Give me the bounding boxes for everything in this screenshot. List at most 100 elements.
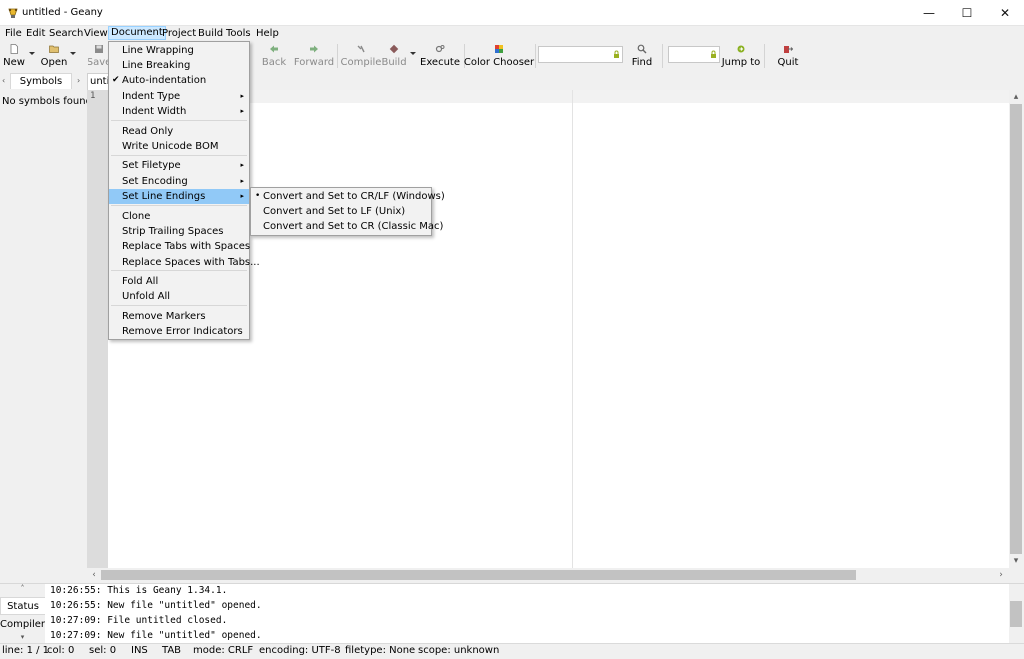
submenu-item-convert-cr[interactable]: Convert and Set to CR (Classic Mac) — [251, 219, 443, 234]
submenu-item-label: Convert and Set to CR/LF (Windows) — [263, 191, 445, 202]
status-encoding: encoding: UTF-8 — [259, 645, 341, 656]
tab-symbols[interactable]: Symbols — [10, 73, 72, 89]
tab-compiler[interactable]: Compiler — [0, 617, 45, 633]
menu-item-remove-error-indicators[interactable]: Remove Error Indicators — [109, 324, 249, 339]
menu-item-label: Unfold All — [122, 291, 170, 302]
open-button[interactable]: Open — [40, 42, 68, 70]
open-dropdown-arrow[interactable] — [70, 52, 76, 55]
menu-item-fold-all[interactable]: Fold All — [109, 274, 249, 289]
save-button[interactable]: Save — [88, 42, 110, 70]
status-tab-mode: TAB — [162, 645, 182, 656]
no-symbols-message: No symbols found — [2, 96, 92, 107]
menu-item-auto-indentation[interactable]: ✔ Auto-indentation — [109, 73, 249, 88]
status-scope: scope: unknown — [418, 645, 500, 656]
color-palette-icon — [495, 45, 503, 53]
minimize-icon: — — [923, 6, 935, 20]
menu-item-set-line-endings[interactable]: Set Line Endings ▸ — [109, 189, 249, 204]
sidebar-tab-prev-icon[interactable]: ‹ — [2, 73, 5, 89]
color-chooser-button[interactable]: Color Chooser — [464, 42, 534, 70]
build-button[interactable]: Build — [381, 42, 407, 70]
menu-file[interactable]: File — [3, 27, 24, 41]
menu-item-label: Remove Error Indicators — [122, 326, 243, 337]
menu-search[interactable]: Search — [47, 27, 85, 41]
menu-item-indent-width[interactable]: Indent Width ▸ — [109, 104, 249, 119]
menu-view[interactable]: View — [82, 27, 110, 41]
submenu-item-label: Convert and Set to LF (Unix) — [263, 206, 406, 217]
back-button[interactable]: Back — [261, 42, 287, 70]
menu-item-label: Line Wrapping — [122, 45, 194, 56]
menu-item-strip-trailing-spaces[interactable]: Strip Trailing Spaces — [109, 224, 249, 239]
editor-vertical-scroll-thumb[interactable] — [1010, 104, 1022, 554]
menu-item-write-unicode-bom[interactable]: Write Unicode BOM — [109, 139, 249, 154]
line-number-gutter — [87, 90, 108, 568]
menu-item-set-encoding[interactable]: Set Encoding ▸ — [109, 174, 249, 189]
menu-item-label: Fold All — [122, 276, 159, 287]
scroll-left-arrow-icon[interactable]: ‹ — [87, 568, 101, 582]
search-go-icon[interactable] — [613, 50, 620, 59]
menu-item-replace-spaces-with-tabs[interactable]: Replace Spaces with Tabs... — [109, 255, 260, 270]
radio-bullet-icon: • — [255, 191, 261, 201]
menu-project[interactable]: Project — [160, 27, 198, 41]
submenu-item-convert-crlf[interactable]: • Convert and Set to CR/LF (Windows) — [251, 189, 445, 204]
build-dropdown-arrow[interactable] — [410, 52, 416, 55]
tab-status[interactable]: Status — [0, 597, 45, 615]
menu-item-label: Replace Tabs with Spaces — [122, 241, 251, 252]
status-filetype: filetype: None — [345, 645, 416, 656]
goto-go-icon[interactable] — [710, 50, 717, 59]
find-button[interactable]: Find — [630, 42, 654, 70]
menu-item-unfold-all[interactable]: Unfold All — [109, 289, 249, 304]
menu-item-set-filetype[interactable]: Set Filetype ▸ — [109, 158, 249, 173]
menu-help[interactable]: Help — [254, 27, 281, 41]
menu-item-remove-markers[interactable]: Remove Markers — [109, 309, 249, 324]
checkmark-icon: ✔ — [112, 75, 120, 85]
submenu-arrow-icon: ▸ — [240, 192, 244, 200]
menu-item-clone[interactable]: Clone — [109, 209, 249, 224]
menu-item-indent-type[interactable]: Indent Type ▸ — [109, 89, 249, 104]
compile-icon — [357, 45, 365, 53]
menu-item-label: Set Line Endings — [122, 191, 206, 202]
scroll-down-arrow-icon[interactable]: ▾ — [1009, 554, 1023, 568]
menu-item-line-breaking[interactable]: Line Breaking — [109, 58, 249, 73]
menu-item-label: Clone — [122, 211, 151, 222]
menu-item-line-wrapping[interactable]: Line Wrapping — [109, 43, 249, 58]
menu-separator — [111, 270, 247, 271]
new-button[interactable]: New — [3, 42, 25, 70]
execute-button[interactable]: Execute — [420, 42, 460, 70]
scroll-up-arrow-icon[interactable]: ▴ — [1009, 90, 1023, 104]
menu-edit[interactable]: Edit — [24, 27, 47, 41]
menu-tools[interactable]: Tools — [224, 27, 253, 41]
compile-button[interactable]: Compile — [341, 42, 381, 70]
menu-build[interactable]: Build — [196, 27, 225, 41]
message-line: 10:27:09: New file "untitled" opened. — [50, 630, 262, 641]
msg-tab-down-icon[interactable]: ▾ — [0, 633, 45, 642]
forward-button[interactable]: Forward — [294, 42, 334, 70]
menu-separator — [111, 205, 247, 206]
messages-scroll-thumb[interactable] — [1010, 601, 1022, 627]
close-button[interactable]: ✕ — [986, 0, 1024, 26]
editor-horizontal-scroll-thumb[interactable] — [101, 570, 856, 580]
msg-tab-up-icon[interactable]: ˄ — [0, 584, 45, 596]
status-line: line: 1 / 1 — [2, 645, 50, 656]
toolbar-separator — [337, 44, 338, 68]
menu-document[interactable]: Document — [108, 26, 166, 40]
status-sel: sel: 0 — [89, 645, 117, 656]
submenu-arrow-icon: ▸ — [240, 92, 244, 100]
scroll-right-arrow-icon[interactable]: › — [994, 568, 1008, 582]
submenu-item-convert-lf[interactable]: Convert and Set to LF (Unix) — [251, 204, 431, 219]
menu-item-replace-tabs-with-spaces[interactable]: Replace Tabs with Spaces — [109, 239, 251, 254]
menu-item-label: Replace Spaces with Tabs... — [122, 257, 260, 268]
menu-separator — [111, 305, 247, 306]
menu-item-read-only[interactable]: Read Only — [109, 124, 249, 139]
sidebar-tab-next-icon[interactable]: › — [77, 73, 80, 89]
new-dropdown-arrow[interactable] — [29, 52, 35, 55]
menu-item-label: Set Filetype — [122, 160, 181, 171]
minimize-button[interactable]: — — [910, 0, 948, 26]
quit-button[interactable]: Quit — [776, 42, 800, 70]
goto-line-input[interactable] — [668, 46, 720, 63]
status-bar — [0, 643, 1024, 659]
jump-to-button[interactable]: Jump to — [722, 42, 760, 70]
maximize-button[interactable]: ☐ — [948, 0, 986, 26]
jump-arrow-icon — [737, 45, 745, 53]
search-input[interactable] — [538, 46, 623, 63]
menu-item-label: Set Encoding — [122, 176, 188, 187]
